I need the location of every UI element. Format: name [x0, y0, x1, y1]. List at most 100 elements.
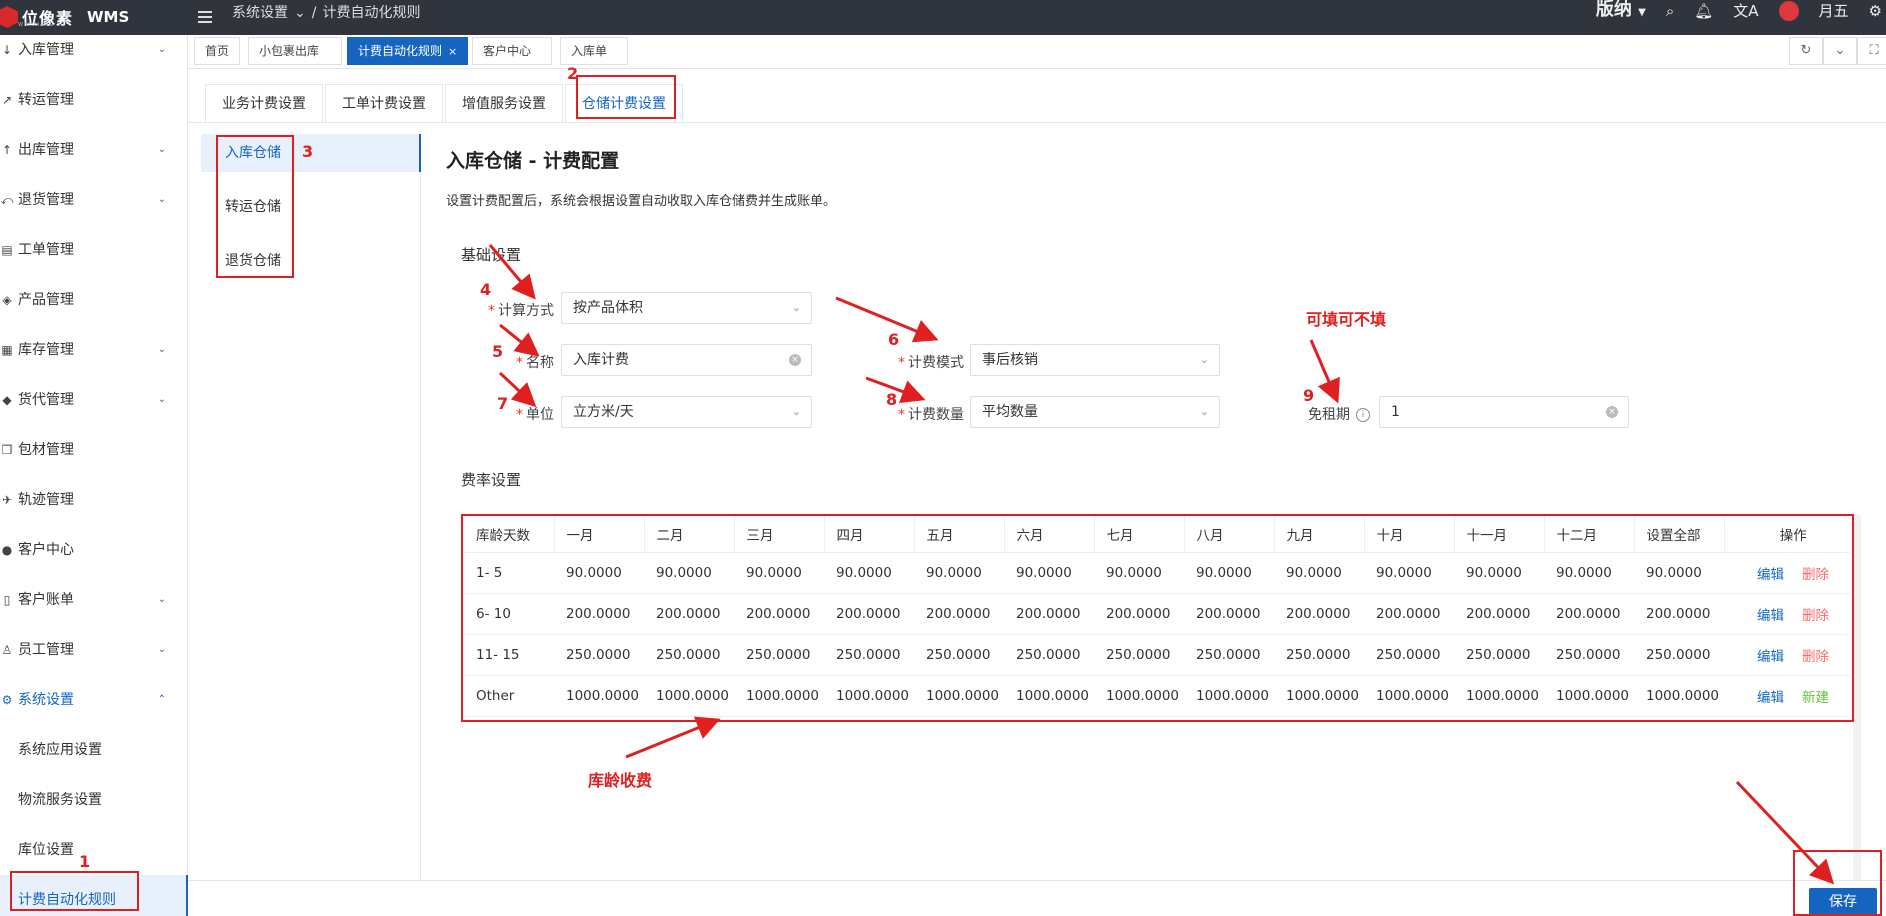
arrow-up-icon: ↑	[1, 143, 13, 157]
gear-icon: ⚙	[1, 693, 13, 707]
bell-icon[interactable]: 🔔︎	[1694, 0, 1713, 22]
annotation-optional-note: 可填可不填	[1306, 310, 1387, 329]
sidebar-item-forwarders[interactable]: ◆ 货代管理 ⌄	[0, 388, 188, 412]
annotation-box-table	[461, 514, 1854, 722]
page-title: 入库仓储 - 计费配置	[446, 150, 620, 172]
refresh-icon[interactable]: ↻	[1789, 37, 1823, 65]
chevron-down-icon: ⌄	[157, 44, 166, 55]
language-select[interactable]: 版纳 ▼	[1596, 0, 1646, 24]
sidebar-item-transfer[interactable]: ↗ 转运管理	[0, 88, 188, 112]
sidebar-item-label: 员工管理	[18, 642, 74, 658]
annotation-number: 1	[79, 852, 91, 871]
stock-icon: ▦	[1, 343, 13, 357]
info-icon[interactable]: i	[1356, 408, 1370, 422]
sidebar-item-products[interactable]: ◈ 产品管理	[0, 288, 188, 312]
required-mark: *	[898, 407, 905, 423]
page-tab-parcel-outbound[interactable]: 小包裹出库	[248, 37, 342, 65]
clear-icon[interactable]: ×	[789, 354, 801, 366]
table-scrollbar[interactable]	[1853, 515, 1861, 880]
sidebar-item-packaging[interactable]: ❒ 包材管理	[0, 438, 188, 462]
unit-value: 立方米/天	[573, 404, 634, 420]
tab-business-billing[interactable]: 业务计费设置	[205, 84, 323, 122]
top-right-tools: 版纳 ▼ ⌕ 🔔︎ 文A 月五 ⚙	[1596, 0, 1886, 22]
caret-down-icon: ▼	[1638, 6, 1646, 18]
sidebar-item-inbound[interactable]: ↓ 入库管理 ⌄	[0, 38, 188, 62]
billing-mode-select[interactable]: 事后核销 ⌄	[970, 344, 1220, 376]
avatar[interactable]	[1778, 1, 1799, 21]
annotation-number: 6	[888, 330, 900, 349]
translate-icon[interactable]: 文A	[1733, 0, 1758, 22]
calc-method-label-text: 计算方式	[498, 303, 554, 319]
required-mark: *	[516, 407, 523, 423]
chevron-down-icon: ⌄	[157, 394, 166, 405]
sidebar-item-label: 客户账单	[18, 592, 74, 608]
calc-method-select[interactable]: 按产品体积 ⌄	[561, 292, 812, 324]
user-name[interactable]: 月五	[1819, 0, 1849, 22]
chevron-down-icon[interactable]: ⌄	[1823, 37, 1857, 65]
unit-select[interactable]: 立方米/天 ⌄	[561, 396, 812, 428]
sidebar-item-tracking[interactable]: ✈ 轨迹管理	[0, 488, 188, 512]
sidebar-item-outbound[interactable]: ↑ 出库管理 ⌄	[0, 138, 188, 162]
sidebar-subitem-location-settings[interactable]: 库位设置	[18, 838, 74, 862]
sub-tabs-divider	[188, 122, 1886, 123]
customer-icon: ●	[1, 543, 13, 557]
billing-qty-select[interactable]: 平均数量 ⌄	[970, 396, 1220, 428]
free-period-label-text: 免租期	[1308, 407, 1350, 423]
annotation-arrow	[835, 296, 939, 343]
sidebar-subitem-logistics-settings[interactable]: 物流服务设置	[18, 788, 102, 812]
annotation-box-2	[576, 75, 676, 119]
settings-icon[interactable]: ⚙	[1869, 0, 1882, 22]
track-icon: ✈	[1, 493, 13, 507]
annotation-number: 4	[480, 280, 492, 299]
billing-mode-value: 事后核销	[982, 352, 1038, 368]
sidebar-item-customers[interactable]: ● 客户中心	[0, 538, 188, 562]
sidebar-item-label: 系统设置	[18, 692, 74, 708]
sidebar-item-label: 库存管理	[18, 342, 74, 358]
breadcrumb-item[interactable]: 系统设置	[232, 2, 288, 24]
billing-qty-label-text: 计费数量	[908, 407, 964, 423]
page-tab-home[interactable]: 首页	[194, 37, 241, 65]
sidebar-subitem-app-settings[interactable]: 系统应用设置	[18, 738, 102, 762]
tab-workorder-billing[interactable]: 工单计费设置	[325, 84, 443, 122]
chevron-down-icon: ⌄	[157, 344, 166, 355]
annotation-box-3	[216, 135, 294, 278]
staff-icon: ♙	[1, 643, 13, 657]
page-tab-billing-rules[interactable]: 计费自动化规则 ×	[347, 37, 469, 65]
name-label-text: 名称	[526, 355, 554, 371]
sidebar-item-staff[interactable]: ♙ 员工管理 ⌄	[0, 638, 188, 662]
arrow-diag-icon: ↗	[1, 93, 13, 107]
sidebar-item-returns[interactable]: ⤺ 退货管理 ⌄	[0, 188, 188, 212]
required-mark: *	[516, 355, 523, 371]
sidebar-item-workorders[interactable]: ▤ 工单管理	[0, 238, 188, 262]
fullscreen-icon[interactable]: ⛶	[1857, 37, 1886, 65]
sidebar-item-customer-bills[interactable]: ▯ 客户账单 ⌄	[0, 588, 188, 612]
sidebar-item-inventory[interactable]: ▦ 库存管理 ⌄	[0, 338, 188, 362]
top-bar: 位像素 WMS WEI XIANG SU 系统设置 ⌄ / 计费自动化规则 版纳…	[0, 0, 1886, 35]
chevron-down-icon: ⌄	[1199, 353, 1209, 366]
annotation-arrow	[499, 323, 540, 357]
chevron-down-icon: ⌄	[157, 594, 166, 605]
free-period-input[interactable]: 1 ×	[1379, 396, 1629, 428]
sidebar-item-label: 转运管理	[18, 92, 74, 108]
tab-value-added-billing[interactable]: 增值服务设置	[445, 84, 563, 122]
sidebar-item-label: 退货管理	[18, 192, 74, 208]
sidebar-item-system-settings[interactable]: ⚙ 系统设置 ⌃	[0, 688, 188, 712]
arrow-down-icon: ↓	[1, 43, 13, 57]
search-icon[interactable]: ⌕	[1666, 0, 1674, 22]
required-mark: *	[488, 303, 495, 319]
required-mark: *	[898, 355, 905, 371]
name-input[interactable]: 入库计费 ×	[561, 344, 812, 376]
page-tab-inbound-order[interactable]: 入库单	[560, 37, 628, 65]
page-tab-label: 计费自动化规则	[358, 44, 443, 58]
calc-method-value: 按产品体积	[573, 300, 643, 316]
clear-icon[interactable]: ×	[1606, 406, 1618, 418]
sidebar-item-label: 轨迹管理	[18, 492, 74, 508]
annotation-number: 5	[492, 342, 504, 361]
close-icon[interactable]: ×	[448, 45, 457, 58]
annotation-number: 9	[1303, 386, 1315, 405]
annotation-number: 3	[302, 142, 314, 161]
page-tab-customer-center[interactable]: 客户中心	[472, 37, 552, 65]
logo-subtitle: WEI XIANG SU	[18, 22, 66, 28]
doc-icon: ▤	[1, 243, 13, 257]
menu-toggle-icon[interactable]	[198, 11, 212, 23]
